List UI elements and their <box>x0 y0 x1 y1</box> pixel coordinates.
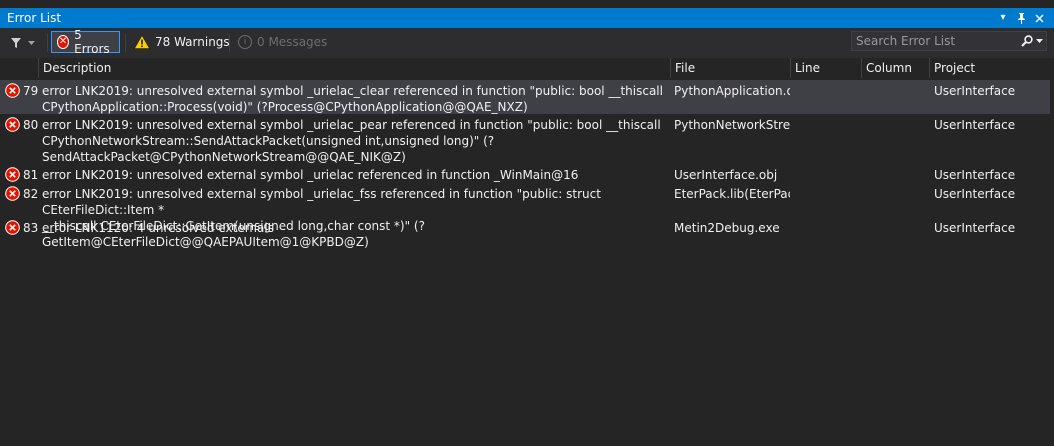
window-title: Error List <box>7 11 62 25</box>
error-project: UserInterface <box>934 187 1016 201</box>
table-row[interactable]: 83 error LNK1120: 4 unresolved externals… <box>0 217 1054 236</box>
error-description: error LNK2019: unresolved external symbo… <box>42 118 661 164</box>
error-project: UserInterface <box>934 84 1016 98</box>
search-input[interactable] <box>852 32 1017 50</box>
column-header-row: Description File Line Column Project <box>0 58 1054 78</box>
table-row[interactable]: 81 error LNK2019: unresolved external sy… <box>0 164 1054 183</box>
error-list-grid: 79 error LNK2019: unresolved external sy… <box>0 78 1054 446</box>
filter-icon <box>11 38 21 48</box>
error-icon <box>5 186 20 201</box>
info-icon: i <box>238 35 252 49</box>
chevron-down-icon <box>1036 38 1043 43</box>
error-description: error LNK1120: 4 unresolved externals <box>42 221 274 235</box>
table-row[interactable]: 82 error LNK2019: unresolved external sy… <box>0 183 1054 249</box>
dropdown-arrow-icon[interactable]: ▾ <box>996 8 1010 28</box>
table-row[interactable]: 80 error LNK2019: unresolved external sy… <box>0 114 1054 164</box>
table-row[interactable]: 79 error LNK2019: unresolved external sy… <box>0 80 1054 114</box>
error-code-number: 79 <box>23 84 39 98</box>
warnings-count-label: 78 Warnings <box>155 35 230 49</box>
close-icon[interactable] <box>1032 8 1046 28</box>
error-code-number: 80 <box>23 118 39 132</box>
header-line[interactable]: Line <box>790 58 861 78</box>
toolbar-separator <box>47 34 48 52</box>
toolbar-separator <box>229 34 230 52</box>
error-description: error LNK2019: unresolved external symbo… <box>42 168 579 182</box>
error-icon <box>5 220 20 235</box>
error-code-number: 83 <box>23 221 39 235</box>
pin-icon[interactable] <box>1014 8 1028 28</box>
error-file: UserInterface.obj <box>674 168 778 182</box>
errors-count-label: 5 Errors <box>74 28 110 56</box>
error-list-title-bar: Error List ▾ <box>0 8 1054 28</box>
header-project[interactable]: Project <box>929 58 1050 78</box>
error-project: UserInterface <box>934 168 1016 182</box>
window-controls: ▾ <box>996 8 1046 28</box>
messages-count-label: 0 Messages <box>257 35 328 49</box>
search-icon <box>1021 35 1033 47</box>
search-button[interactable] <box>1017 33 1043 49</box>
error-project: UserInterface <box>934 118 1016 132</box>
error-file: PythonApplication.obj <box>674 84 790 98</box>
header-column[interactable]: Column <box>861 58 929 78</box>
header-icon-column[interactable] <box>0 58 38 78</box>
error-list-toolbar: ✕ 5 Errors 78 Warnings i 0 Messages <box>0 28 1054 58</box>
error-code-number: 82 <box>23 187 39 201</box>
error-project: UserInterface <box>934 221 1016 235</box>
warning-icon <box>134 35 150 49</box>
errors-filter-button[interactable]: ✕ 5 Errors <box>51 28 120 56</box>
toolbar-separator <box>125 34 126 52</box>
error-icon: ✕ <box>57 35 70 49</box>
warnings-filter-button[interactable]: 78 Warnings <box>129 31 235 53</box>
search-box <box>851 31 1047 51</box>
error-description: error LNK2019: unresolved external symbo… <box>42 84 663 114</box>
error-icon <box>5 167 20 182</box>
error-file: PythonNetworkStream <box>674 118 790 132</box>
error-icon <box>5 83 20 98</box>
error-file: Metin2Debug.exe <box>674 221 780 235</box>
error-code-number: 81 <box>23 168 39 182</box>
header-file[interactable]: File <box>670 58 790 78</box>
messages-filter-button[interactable]: i 0 Messages <box>233 31 332 53</box>
vertical-scrollbar[interactable] <box>1050 78 1054 446</box>
chevron-down-icon <box>28 40 35 45</box>
header-description[interactable]: Description <box>38 58 670 78</box>
error-icon <box>5 117 20 132</box>
error-file: EterPack.lib(EterPack.c <box>674 187 790 201</box>
filter-button[interactable] <box>10 34 46 52</box>
